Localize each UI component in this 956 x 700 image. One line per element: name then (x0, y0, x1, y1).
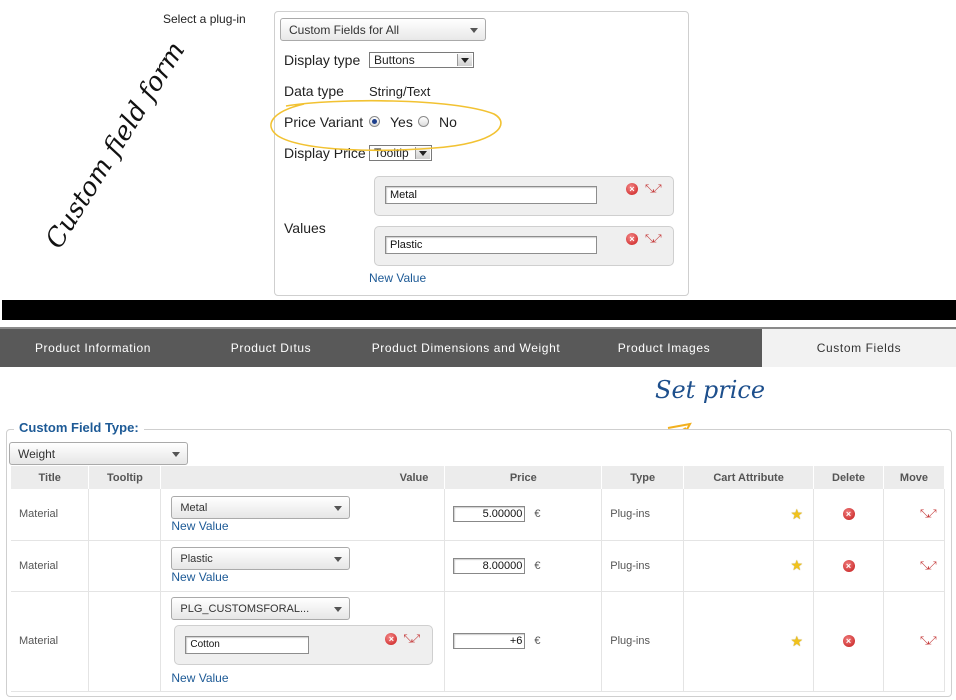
move-icon[interactable]: ⤡⤢ (645, 233, 662, 245)
dropdown-arrow-icon (334, 505, 343, 511)
dropdown-arrow-icon (334, 557, 343, 562)
display-type-value: Buttons (374, 53, 415, 67)
plugin-select[interactable]: Custom Fields for All (280, 18, 486, 41)
currency-symbol: € (534, 508, 541, 521)
table-row: Material PLG_CUSTOMSFORAL... Cotton × ⤡⤢… (11, 591, 946, 692)
row-type: Plug-ins (601, 489, 685, 541)
move-icon[interactable]: ⤡⤢ (403, 633, 420, 645)
price-input[interactable]: 8.00000 (453, 557, 526, 574)
tab-product-dimensions[interactable]: Product Dimensions and Weight (366, 329, 566, 367)
display-type-select[interactable]: Buttons (369, 52, 474, 68)
delete-icon[interactable]: × (626, 183, 638, 195)
value-select-text: Plastic (180, 553, 213, 565)
value-select[interactable]: PLG_CUSTOMSFORAL... (171, 597, 351, 620)
row-type: Plug-ins (601, 540, 685, 592)
delete-icon[interactable]: × (626, 233, 638, 245)
value-select-text: PLG_CUSTOMSFORAL... (180, 603, 310, 615)
delete-icon[interactable]: × (842, 559, 855, 572)
row-type: Plug-ins (601, 591, 685, 692)
plugin-select-value: Custom Fields for All (289, 23, 400, 37)
value-select[interactable]: Metal (171, 495, 351, 519)
display-type-label: Display type (284, 52, 361, 68)
sub-value-input[interactable]: Cotton (185, 636, 310, 654)
move-icon[interactable]: ⤡⤢ (920, 508, 937, 520)
currency-symbol: € (534, 559, 541, 572)
price-input[interactable]: +6 (453, 633, 526, 649)
custom-field-type-value: Weight (18, 447, 56, 461)
value-box-1: Metal × ⤡⤢ (374, 176, 674, 216)
table-row: Material Plastic New Value 8.00000 € Plu… (11, 540, 946, 592)
tab-product-images[interactable]: Product Images (566, 329, 762, 367)
star-icon[interactable]: ★ (790, 506, 803, 522)
row-title: Material (11, 540, 90, 592)
column-header-type: Type (601, 466, 685, 489)
value-input[interactable]: Metal (385, 186, 597, 204)
column-header-move: Move (883, 466, 946, 489)
new-value-link[interactable]: New Value (369, 271, 426, 285)
product-tabs: Product Information Product Dıtus Produc… (0, 327, 956, 367)
currency-symbol: € (534, 635, 541, 647)
move-icon[interactable]: ⤡⤢ (920, 635, 937, 647)
delete-icon[interactable]: × (385, 633, 398, 645)
sub-value-box: Cotton × ⤡⤢ (174, 625, 434, 665)
values-label: Values (284, 220, 326, 236)
value-box-2: Plastic × ⤡⤢ (374, 226, 674, 266)
separator-band (2, 300, 956, 320)
value-input[interactable]: Plastic (385, 236, 597, 254)
row-tooltip (88, 591, 162, 692)
table-header: Title Tooltip Value Price Type Cart Attr… (11, 466, 946, 489)
move-icon[interactable]: ⤡⤢ (920, 560, 937, 572)
value-select[interactable]: Plastic (171, 547, 351, 570)
star-icon[interactable]: ★ (790, 633, 803, 649)
select-plugin-label: Select a plug-in (163, 12, 246, 26)
row-title: Material (11, 591, 90, 692)
column-header-delete: Delete (813, 466, 884, 489)
column-header-cart-attribute: Cart Attribute (683, 466, 815, 489)
dropdown-arrow-icon (457, 54, 472, 66)
star-icon[interactable]: ★ (790, 557, 803, 573)
tab-product-status[interactable]: Product Dıtus (186, 329, 356, 367)
column-header-value: Value (160, 466, 446, 489)
new-value-link[interactable]: New Value (171, 671, 444, 685)
column-header-title: Title (11, 466, 90, 489)
custom-field-type-legend: Custom Field Type: (14, 420, 144, 435)
table-row: Material Metal New Value 5.00000 € Plug-… (11, 489, 946, 541)
column-header-price: Price (444, 466, 603, 489)
set-price-annotation: Set price (655, 376, 766, 404)
column-header-tooltip: Tooltip (88, 466, 162, 489)
price-input[interactable]: 5.00000 (453, 506, 526, 523)
dropdown-arrow-icon (172, 452, 180, 457)
delete-icon[interactable]: × (842, 635, 855, 647)
annotation-circle (270, 99, 502, 152)
row-tooltip (88, 540, 162, 592)
row-tooltip (88, 489, 162, 541)
new-value-link[interactable]: New Value (171, 519, 444, 533)
row-title: Material (11, 489, 90, 541)
delete-icon[interactable]: × (842, 508, 855, 521)
custom-fields-table: Title Tooltip Value Price Type Cart Attr… (11, 466, 946, 692)
custom-field-form-annotation: Custom field form (40, 36, 192, 254)
tab-custom-fields[interactable]: Custom Fields (762, 329, 956, 367)
custom-field-type-select[interactable]: Weight (9, 442, 188, 465)
tab-product-information[interactable]: Product Information (0, 329, 186, 367)
value-select-text: Metal (180, 501, 208, 514)
new-value-link[interactable]: New Value (171, 570, 444, 584)
dropdown-arrow-icon (470, 28, 478, 33)
move-icon[interactable]: ⤡⤢ (645, 183, 662, 195)
dropdown-arrow-icon (334, 607, 343, 612)
